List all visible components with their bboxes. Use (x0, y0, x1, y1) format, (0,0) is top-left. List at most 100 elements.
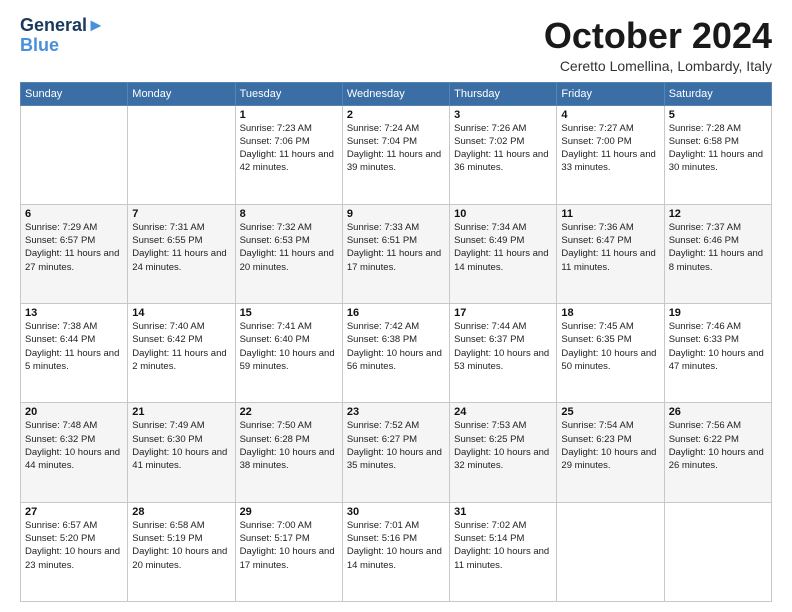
day-info: Sunrise: 7:32 AMSunset: 6:53 PMDaylight:… (240, 221, 338, 274)
day-info: Sunrise: 7:27 AMSunset: 7:00 PMDaylight:… (561, 122, 659, 175)
calendar-cell: 21Sunrise: 7:49 AMSunset: 6:30 PMDayligh… (128, 403, 235, 502)
day-number: 7 (132, 208, 230, 220)
weekday-header: Saturday (664, 82, 771, 105)
calendar-cell: 24Sunrise: 7:53 AMSunset: 6:25 PMDayligh… (450, 403, 557, 502)
day-number: 9 (347, 208, 445, 220)
calendar-cell: 8Sunrise: 7:32 AMSunset: 6:53 PMDaylight… (235, 204, 342, 303)
calendar-cell: 3Sunrise: 7:26 AMSunset: 7:02 PMDaylight… (450, 105, 557, 204)
day-number: 18 (561, 307, 659, 319)
calendar-cell: 11Sunrise: 7:36 AMSunset: 6:47 PMDayligh… (557, 204, 664, 303)
calendar-cell: 29Sunrise: 7:00 AMSunset: 5:17 PMDayligh… (235, 502, 342, 601)
day-number: 8 (240, 208, 338, 220)
calendar-cell: 13Sunrise: 7:38 AMSunset: 6:44 PMDayligh… (21, 304, 128, 403)
day-number: 17 (454, 307, 552, 319)
month-title: October 2024 (544, 16, 772, 56)
day-info: Sunrise: 7:53 AMSunset: 6:25 PMDaylight:… (454, 419, 552, 472)
day-info: Sunrise: 7:48 AMSunset: 6:32 PMDaylight:… (25, 419, 123, 472)
day-number: 31 (454, 506, 552, 518)
day-number: 29 (240, 506, 338, 518)
day-number: 13 (25, 307, 123, 319)
day-info: Sunrise: 7:33 AMSunset: 6:51 PMDaylight:… (347, 221, 445, 274)
day-info: Sunrise: 7:24 AMSunset: 7:04 PMDaylight:… (347, 122, 445, 175)
calendar-table: SundayMondayTuesdayWednesdayThursdayFrid… (20, 82, 772, 602)
day-info: Sunrise: 7:40 AMSunset: 6:42 PMDaylight:… (132, 320, 230, 373)
calendar-cell (21, 105, 128, 204)
calendar-cell: 4Sunrise: 7:27 AMSunset: 7:00 PMDaylight… (557, 105, 664, 204)
day-number: 15 (240, 307, 338, 319)
calendar-cell: 30Sunrise: 7:01 AMSunset: 5:16 PMDayligh… (342, 502, 449, 601)
day-info: Sunrise: 7:01 AMSunset: 5:16 PMDaylight:… (347, 519, 445, 572)
day-number: 16 (347, 307, 445, 319)
day-number: 30 (347, 506, 445, 518)
day-info: Sunrise: 7:36 AMSunset: 6:47 PMDaylight:… (561, 221, 659, 274)
day-info: Sunrise: 7:29 AMSunset: 6:57 PMDaylight:… (25, 221, 123, 274)
day-number: 27 (25, 506, 123, 518)
day-number: 24 (454, 406, 552, 418)
calendar-page: General► Blue October 2024 Ceretto Lomel… (0, 0, 792, 612)
logo: General► Blue (20, 16, 105, 56)
day-number: 3 (454, 109, 552, 121)
calendar-cell: 27Sunrise: 6:57 AMSunset: 5:20 PMDayligh… (21, 502, 128, 601)
day-number: 5 (669, 109, 767, 121)
day-number: 23 (347, 406, 445, 418)
calendar-week-row: 13Sunrise: 7:38 AMSunset: 6:44 PMDayligh… (21, 304, 772, 403)
calendar-cell: 25Sunrise: 7:54 AMSunset: 6:23 PMDayligh… (557, 403, 664, 502)
day-info: Sunrise: 7:37 AMSunset: 6:46 PMDaylight:… (669, 221, 767, 274)
day-info: Sunrise: 7:38 AMSunset: 6:44 PMDaylight:… (25, 320, 123, 373)
calendar-cell: 5Sunrise: 7:28 AMSunset: 6:58 PMDaylight… (664, 105, 771, 204)
logo-text: General► (20, 16, 105, 36)
calendar-week-row: 1Sunrise: 7:23 AMSunset: 7:06 PMDaylight… (21, 105, 772, 204)
day-info: Sunrise: 7:28 AMSunset: 6:58 PMDaylight:… (669, 122, 767, 175)
logo-blue: Blue (20, 35, 59, 55)
day-info: Sunrise: 7:56 AMSunset: 6:22 PMDaylight:… (669, 419, 767, 472)
day-info: Sunrise: 7:46 AMSunset: 6:33 PMDaylight:… (669, 320, 767, 373)
weekday-header: Tuesday (235, 82, 342, 105)
day-info: Sunrise: 7:23 AMSunset: 7:06 PMDaylight:… (240, 122, 338, 175)
day-number: 20 (25, 406, 123, 418)
day-info: Sunrise: 7:45 AMSunset: 6:35 PMDaylight:… (561, 320, 659, 373)
day-info: Sunrise: 7:42 AMSunset: 6:38 PMDaylight:… (347, 320, 445, 373)
calendar-cell: 26Sunrise: 7:56 AMSunset: 6:22 PMDayligh… (664, 403, 771, 502)
weekday-header: Friday (557, 82, 664, 105)
calendar-cell: 10Sunrise: 7:34 AMSunset: 6:49 PMDayligh… (450, 204, 557, 303)
calendar-cell: 16Sunrise: 7:42 AMSunset: 6:38 PMDayligh… (342, 304, 449, 403)
day-number: 25 (561, 406, 659, 418)
calendar-week-row: 27Sunrise: 6:57 AMSunset: 5:20 PMDayligh… (21, 502, 772, 601)
calendar-week-row: 20Sunrise: 7:48 AMSunset: 6:32 PMDayligh… (21, 403, 772, 502)
day-info: Sunrise: 7:54 AMSunset: 6:23 PMDaylight:… (561, 419, 659, 472)
calendar-cell: 7Sunrise: 7:31 AMSunset: 6:55 PMDaylight… (128, 204, 235, 303)
calendar-cell: 28Sunrise: 6:58 AMSunset: 5:19 PMDayligh… (128, 502, 235, 601)
day-info: Sunrise: 7:31 AMSunset: 6:55 PMDaylight:… (132, 221, 230, 274)
calendar-cell: 19Sunrise: 7:46 AMSunset: 6:33 PMDayligh… (664, 304, 771, 403)
day-info: Sunrise: 7:44 AMSunset: 6:37 PMDaylight:… (454, 320, 552, 373)
calendar-cell: 22Sunrise: 7:50 AMSunset: 6:28 PMDayligh… (235, 403, 342, 502)
day-number: 12 (669, 208, 767, 220)
weekday-header: Sunday (21, 82, 128, 105)
calendar-cell: 6Sunrise: 7:29 AMSunset: 6:57 PMDaylight… (21, 204, 128, 303)
day-number: 11 (561, 208, 659, 220)
header: General► Blue October 2024 Ceretto Lomel… (20, 16, 772, 74)
calendar-cell: 31Sunrise: 7:02 AMSunset: 5:14 PMDayligh… (450, 502, 557, 601)
day-number: 1 (240, 109, 338, 121)
day-info: Sunrise: 7:52 AMSunset: 6:27 PMDaylight:… (347, 419, 445, 472)
location: Ceretto Lomellina, Lombardy, Italy (544, 58, 772, 74)
calendar-cell: 14Sunrise: 7:40 AMSunset: 6:42 PMDayligh… (128, 304, 235, 403)
weekday-header: Monday (128, 82, 235, 105)
calendar-cell (128, 105, 235, 204)
calendar-week-row: 6Sunrise: 7:29 AMSunset: 6:57 PMDaylight… (21, 204, 772, 303)
calendar-cell: 23Sunrise: 7:52 AMSunset: 6:27 PMDayligh… (342, 403, 449, 502)
day-number: 14 (132, 307, 230, 319)
day-number: 21 (132, 406, 230, 418)
weekday-header-row: SundayMondayTuesdayWednesdayThursdayFrid… (21, 82, 772, 105)
day-info: Sunrise: 7:26 AMSunset: 7:02 PMDaylight:… (454, 122, 552, 175)
calendar-cell (664, 502, 771, 601)
calendar-cell: 1Sunrise: 7:23 AMSunset: 7:06 PMDaylight… (235, 105, 342, 204)
day-number: 22 (240, 406, 338, 418)
calendar-cell: 15Sunrise: 7:41 AMSunset: 6:40 PMDayligh… (235, 304, 342, 403)
calendar-cell: 12Sunrise: 7:37 AMSunset: 6:46 PMDayligh… (664, 204, 771, 303)
weekday-header: Thursday (450, 82, 557, 105)
calendar-cell: 2Sunrise: 7:24 AMSunset: 7:04 PMDaylight… (342, 105, 449, 204)
calendar-cell (557, 502, 664, 601)
day-info: Sunrise: 7:02 AMSunset: 5:14 PMDaylight:… (454, 519, 552, 572)
day-number: 10 (454, 208, 552, 220)
